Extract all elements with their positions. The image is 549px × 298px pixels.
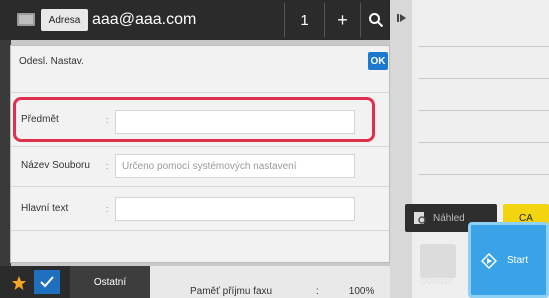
preview-label: Náhled (433, 212, 465, 224)
start-label: Start (507, 254, 529, 266)
divider (418, 78, 549, 79)
fax-memory-label: Paměť příjmu faxu (190, 286, 273, 297)
ok-button[interactable]: OK (368, 52, 388, 70)
send-settings-dialog: Odesl. Nastav. OK Předmět : Název Soubor… (10, 45, 390, 263)
body-text-input[interactable] (115, 197, 355, 221)
filename-placeholder: Určeno pomocí systémových nastavení (122, 160, 297, 172)
divider (11, 186, 389, 187)
add-destination-button[interactable]: + (324, 3, 360, 37)
body-text-colon: : (106, 204, 109, 214)
message-icon[interactable] (14, 11, 38, 28)
expand-right-icon[interactable] (395, 8, 409, 28)
body-text-label: Hlavní text (21, 203, 69, 214)
highlight-frame (13, 97, 375, 142)
divider (418, 174, 549, 175)
preview-icon (414, 212, 426, 224)
divider (418, 46, 549, 47)
divider (11, 230, 389, 231)
expand-strip (390, 0, 412, 298)
check-icon[interactable] (34, 270, 60, 294)
fax-memory-percent: 100% (348, 286, 375, 297)
fax-memory-value: : 100% (316, 286, 374, 297)
divider (11, 92, 389, 93)
divider (11, 146, 389, 147)
other-button[interactable]: Ostatní (70, 266, 150, 298)
search-icon[interactable] (360, 3, 390, 37)
start-icon (480, 252, 498, 270)
divider (418, 110, 549, 111)
start-button[interactable]: Start (468, 222, 549, 298)
fax-memory-colon: : (316, 286, 319, 297)
receive-label: Obrdžet (419, 276, 452, 286)
divider (418, 142, 549, 143)
address-input[interactable]: aaa@aaa.com (90, 7, 282, 33)
filename-colon: : (106, 161, 109, 171)
destination-count[interactable]: 1 (284, 3, 324, 37)
filename-input[interactable]: Určeno pomocí systémových nastavení (115, 154, 355, 178)
star-icon[interactable] (8, 272, 30, 294)
address-type-button[interactable]: Adresa (41, 9, 88, 31)
receive-button[interactable]: Obrdžet (410, 242, 462, 290)
filename-label: Název Souboru (21, 160, 90, 171)
dialog-title: Odesl. Nastav. (19, 56, 84, 67)
